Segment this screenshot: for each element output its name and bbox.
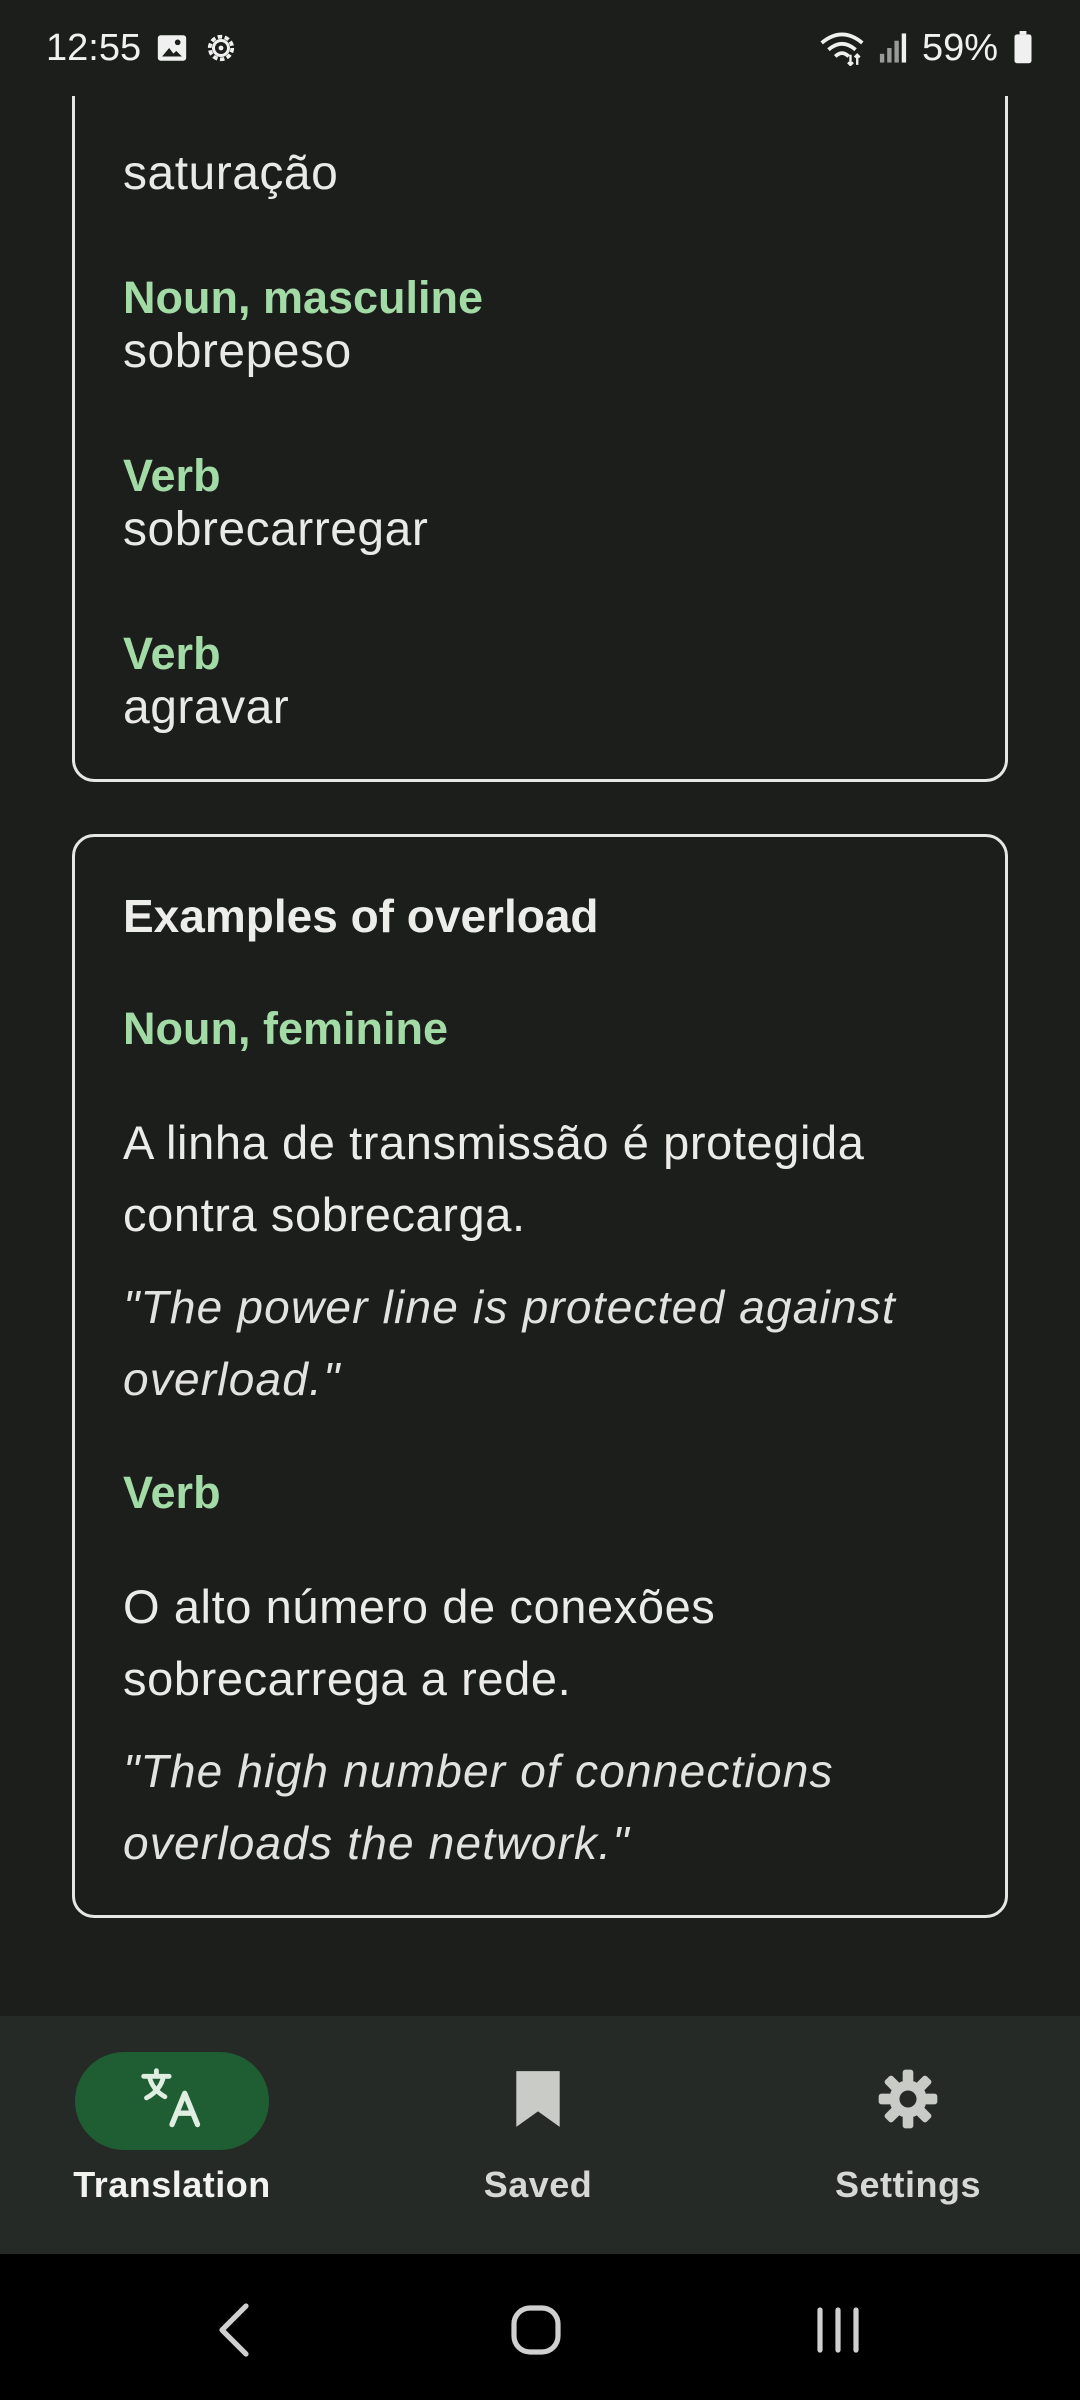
- part-of-speech-label: Verb: [123, 450, 221, 501]
- example-part-of-speech: Verb: [123, 1467, 221, 1518]
- wifi-icon: [820, 30, 864, 66]
- nav-label-settings: Settings: [834, 2164, 981, 2205]
- nav-item-settings[interactable]: Settings: [758, 2016, 1058, 2254]
- translation-word: saturação: [123, 147, 339, 200]
- example-translation: "The power line is protected against ove…: [123, 1281, 896, 1405]
- battery-percent: 59%: [921, 26, 998, 69]
- content-scroll-area[interactable]: saturação Noun, masculine sobrepeso Verb…: [0, 96, 1080, 2016]
- battery-icon: [1012, 31, 1034, 65]
- status-left: 12:55: [46, 27, 239, 70]
- bottom-navigation: Translation Saved Settings: [0, 2016, 1080, 2254]
- signal-icon: [878, 32, 908, 64]
- examples-title-prefix: Examples of: [123, 890, 407, 942]
- nav-item-translation[interactable]: Translation: [22, 2016, 322, 2254]
- part-of-speech-label: Noun, masculine: [123, 272, 484, 323]
- example-sentence: O alto número de conexões sobrecarrega a…: [123, 1580, 716, 1705]
- back-icon[interactable]: [194, 2290, 274, 2370]
- nav-pill-settings[interactable]: [811, 2052, 1005, 2150]
- example-sentence: A linha de transmissão é protegida contr…: [123, 1116, 865, 1241]
- nav-pill-translation[interactable]: [75, 2052, 269, 2150]
- recent-apps-icon[interactable]: [798, 2290, 878, 2370]
- examples-card: Examples of overload Noun, feminine A li…: [72, 834, 1008, 1918]
- part-of-speech-label: Verb: [123, 628, 221, 679]
- translation-word: sobrepeso: [123, 325, 352, 378]
- gear-outline-icon: [203, 30, 239, 66]
- settings-gear-icon: [876, 2067, 940, 2136]
- example-translation: "The high number of connections overload…: [123, 1745, 834, 1869]
- system-navigation-bar: [0, 2254, 1080, 2400]
- nav-pill-saved[interactable]: [441, 2052, 635, 2150]
- examples-title-word: overload: [406, 890, 599, 942]
- example-part-of-speech: Noun, feminine: [123, 1003, 448, 1054]
- status-right: 59%: [820, 27, 1034, 70]
- examples-title: Examples of overload: [123, 889, 599, 943]
- status-time: 12:55: [46, 26, 142, 69]
- translate-icon: [138, 2065, 206, 2138]
- nav-label-saved: Saved: [483, 2164, 593, 2205]
- translation-word: agravar: [123, 681, 290, 734]
- image-icon: [155, 31, 189, 65]
- translation-word: sobrecarregar: [123, 503, 429, 556]
- nav-item-saved[interactable]: Saved: [388, 2016, 688, 2254]
- nav-label-translation: Translation: [73, 2164, 271, 2205]
- status-bar: 12:55 59%: [0, 0, 1080, 96]
- home-icon[interactable]: [496, 2290, 576, 2370]
- translations-card: saturação Noun, masculine sobrepeso Verb…: [72, 96, 1008, 782]
- bookmark-icon: [513, 2068, 563, 2135]
